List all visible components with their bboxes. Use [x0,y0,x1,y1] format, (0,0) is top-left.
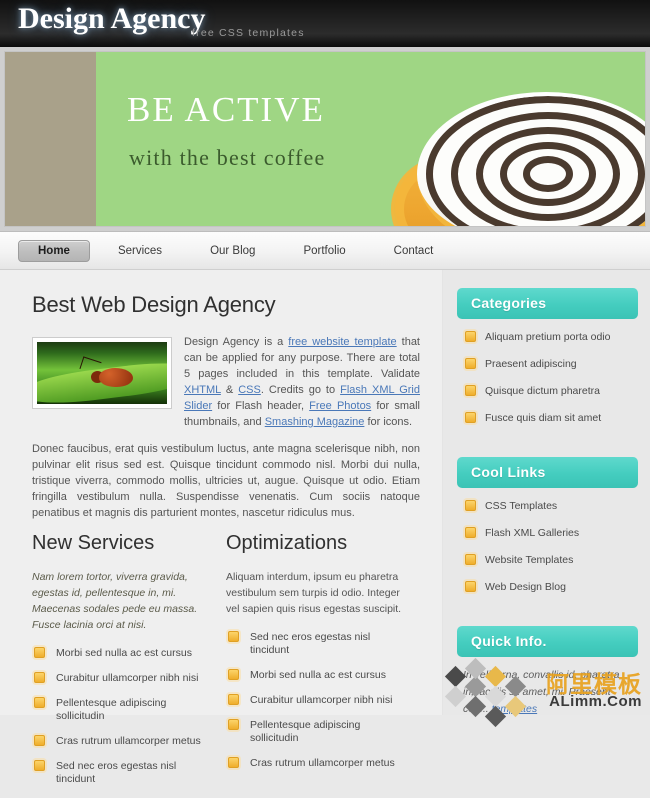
list-item[interactable]: Curabitur ullamcorper nibh nisi [32,672,212,685]
article-thumbnail [32,337,172,409]
widget-quick-info: Quick Info. In velit urna, convallis id,… [457,626,638,718]
nav-item-services[interactable]: Services [98,240,182,262]
nav-item-our-blog[interactable]: Our Blog [190,240,275,262]
sidebar: Categories Aliquam pretium porta odio Pr… [443,270,650,728]
widget-cool-links: Cool Links CSS Templates Flash XML Galle… [457,457,638,610]
list-item[interactable]: Morbi sed nulla ac est cursus [32,647,212,660]
list-item[interactable]: Morbi sed nulla ac est cursus [226,669,406,682]
list-item[interactable]: Pellentesque adipiscing sollicitudin [32,697,212,723]
list-item[interactable]: Aliquam pretium porta odio [463,331,634,344]
list-item[interactable]: Cras rutrum ullamcorper metus [226,757,406,770]
site-header: Design Agency free CSS templates [0,0,650,47]
foam-ring [523,155,573,192]
widget-title: Categories [457,288,638,319]
list-item[interactable]: Pellentesque adipiscing sollicitudin [226,719,406,745]
main-navigation: Home Services Our Blog Portfolio Contact [0,232,650,270]
list-item[interactable]: Curabitur ullamcorper nibh nisi [226,694,406,707]
cool-links-list: CSS Templates Flash XML Galleries Websit… [463,500,634,594]
banner-side-panel [5,52,96,226]
main-content: Best Web Design Agency Design Agency is … [0,270,443,785]
column-optimizations: Optimizations Aliquam interdum, ipsum eu… [226,532,420,798]
hero-banner-inner: BE ACTIVE with the best coffee [4,51,646,227]
categories-list: Aliquam pretium porta odio Praesent adip… [463,331,634,425]
widget-title: Quick Info. [457,626,638,657]
page-body: Best Web Design Agency Design Agency is … [0,270,650,785]
list-item[interactable]: Flash XML Galleries [463,527,634,540]
widget-body: Aliquam pretium porta odio Praesent adip… [457,319,638,441]
list-item[interactable]: Sed nec eros egestas nisl tincidunt [32,760,212,786]
widget-title: Cool Links [457,457,638,488]
list-item[interactable]: Sed nec eros egestas nisl tincidunt [226,631,406,657]
column-title: Optimizations [226,532,348,554]
column-new-services: New Services Nam lorem tortor, viverra g… [32,532,226,798]
list-item[interactable]: Quisque dictum pharetra [463,385,634,398]
column-list: Sed nec eros egestas nisl tincidunt Morb… [226,631,406,770]
coffee-cup-image [391,74,645,226]
column-title: New Services [32,532,155,554]
nav-item-home[interactable]: Home [18,239,90,262]
nav-item-portfolio[interactable]: Portfolio [283,240,365,262]
second-paragraph: Donec faucibus, erat quis vestibulum luc… [32,443,420,519]
banner-subheadline: with the best coffee [129,145,326,170]
intro-block: Design Agency is a free website template… [32,334,420,521]
list-item[interactable]: CSS Templates [463,500,634,513]
banner-headline: BE ACTIVE [127,90,325,129]
column-lead: Nam lorem tortor, viverra gravida, egest… [32,571,198,631]
list-item[interactable]: Praesent adipiscing [463,358,634,371]
widget-categories: Categories Aliquam pretium porta odio Pr… [457,288,638,441]
column-lead: Aliquam interdum, ipsum eu pharetra vest… [226,571,402,615]
list-item[interactable]: Website Templates [463,554,634,567]
site-tagline: free CSS templates [192,27,305,39]
widget-body: CSS Templates Flash XML Galleries Websit… [457,488,638,610]
list-item[interactable]: Web Design Blog [463,581,634,594]
page-title: Best Web Design Agency [32,292,276,317]
beetle-body-shape [99,368,133,387]
list-item[interactable]: Fusce quis diam sit amet [463,412,634,425]
column-list: Morbi sed nulla ac est cursus Curabitur … [32,647,212,786]
quick-info-text: In velit urna, convallis id, pharetra in… [463,669,620,715]
list-item[interactable]: Cras rutrum ullamcorper metus [32,735,212,748]
site-logo[interactable]: Design Agency [18,2,206,36]
nav-item-contact[interactable]: Contact [374,240,454,262]
beetle-photo [37,342,167,404]
two-column-section: New Services Nam lorem tortor, viverra g… [32,532,420,798]
hero-banner: BE ACTIVE with the best coffee [0,47,650,232]
